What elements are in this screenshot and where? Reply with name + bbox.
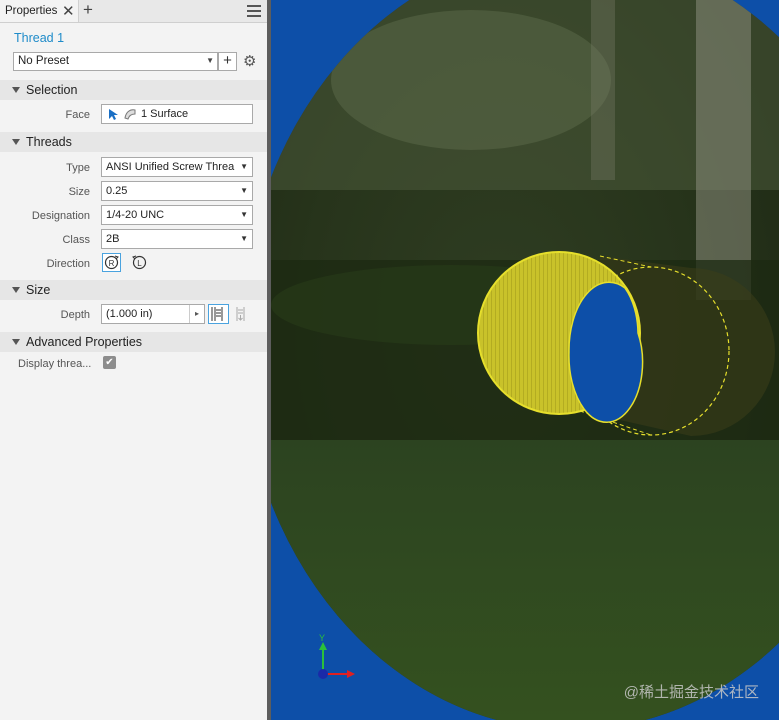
viewport-scene: Y — [271, 0, 779, 720]
preset-dropdown[interactable]: No Preset ▼ — [13, 52, 218, 71]
collapse-triangle-icon — [12, 139, 20, 145]
section-size[interactable]: Size — [0, 280, 267, 300]
class-dropdown[interactable]: 2B ▼ — [101, 229, 253, 249]
section-threads-title: Threads — [26, 135, 72, 149]
face-label: Face — [65, 109, 90, 121]
checkmark-icon: ✔ — [105, 357, 114, 368]
full-length-icon[interactable] — [208, 304, 229, 324]
class-value: 2B — [106, 233, 120, 245]
select-pointer-icon — [109, 109, 118, 120]
feature-name[interactable]: Thread 1 — [14, 31, 64, 45]
class-label: Class — [62, 234, 90, 246]
direction-label: Direction — [46, 258, 90, 270]
designation-dropdown[interactable]: 1/4-20 UNC ▼ — [101, 205, 253, 225]
gear-icon[interactable]: ⚙ — [243, 52, 256, 70]
svg-text:R: R — [109, 259, 115, 268]
size-label: Size — [68, 186, 90, 198]
dropdown-arrow-icon: ▼ — [240, 162, 248, 171]
section-advanced[interactable]: Advanced Properties — [0, 332, 267, 352]
face-selector[interactable]: 1 Surface — [101, 104, 253, 124]
right-hand-thread-icon[interactable]: R — [102, 253, 121, 272]
depth-icon[interactable] — [234, 305, 248, 323]
section-advanced-title: Advanced Properties — [26, 335, 143, 349]
close-icon[interactable]: ✕ — [62, 2, 75, 20]
collapse-triangle-icon — [12, 339, 20, 345]
section-threads[interactable]: Threads — [0, 132, 267, 152]
collapse-triangle-icon — [12, 87, 20, 93]
tab-properties[interactable]: Properties ✕ — [0, 0, 79, 22]
add-preset-button[interactable]: + — [218, 52, 237, 71]
size-value: 0.25 — [106, 185, 128, 197]
tab-properties-label: Properties — [5, 5, 58, 17]
axis-y-label: Y — [319, 633, 325, 643]
graphics-viewport[interactable]: Y @稀土掘金技术社区 — [271, 0, 779, 720]
designation-label: Designation — [31, 210, 90, 222]
type-dropdown[interactable]: ANSI Unified Screw Threa ▼ — [101, 157, 253, 177]
dropdown-arrow-icon: ▼ — [240, 234, 248, 243]
left-hand-thread-icon[interactable]: L — [130, 253, 149, 272]
section-selection[interactable]: Selection — [0, 80, 267, 100]
depth-expand-arrow-icon[interactable]: ▸ — [189, 305, 204, 323]
panel-tab-bar: Properties ✕ + — [0, 0, 267, 23]
designation-value: 1/4-20 UNC — [106, 209, 165, 221]
face-value: 1 Surface — [141, 108, 189, 120]
preset-value: No Preset — [18, 55, 70, 67]
depth-label: Depth — [60, 309, 90, 321]
display-thread-checkbox[interactable]: ✔ — [103, 356, 116, 369]
svg-text:L: L — [137, 259, 142, 268]
dropdown-arrow-icon: ▼ — [240, 186, 248, 195]
type-label: Type — [66, 162, 90, 174]
surface-icon — [124, 109, 136, 120]
section-selection-title: Selection — [26, 83, 78, 97]
size-dropdown[interactable]: 0.25 ▼ — [101, 181, 253, 201]
dropdown-arrow-icon: ▼ — [206, 56, 214, 65]
plus-icon[interactable]: + — [83, 0, 93, 20]
display-thread-label: Display threa... — [18, 358, 92, 370]
properties-panel: Properties ✕ + Thread 1 No Preset ▼ + ⚙ … — [0, 0, 268, 720]
dropdown-arrow-icon: ▼ — [240, 210, 248, 219]
hamburger-menu-icon[interactable] — [247, 5, 261, 17]
type-value: ANSI Unified Screw Threa — [106, 161, 235, 173]
collapse-triangle-icon — [12, 287, 20, 293]
section-size-title: Size — [26, 283, 51, 297]
watermark-text: @稀土掘金技术社区 — [623, 684, 759, 701]
